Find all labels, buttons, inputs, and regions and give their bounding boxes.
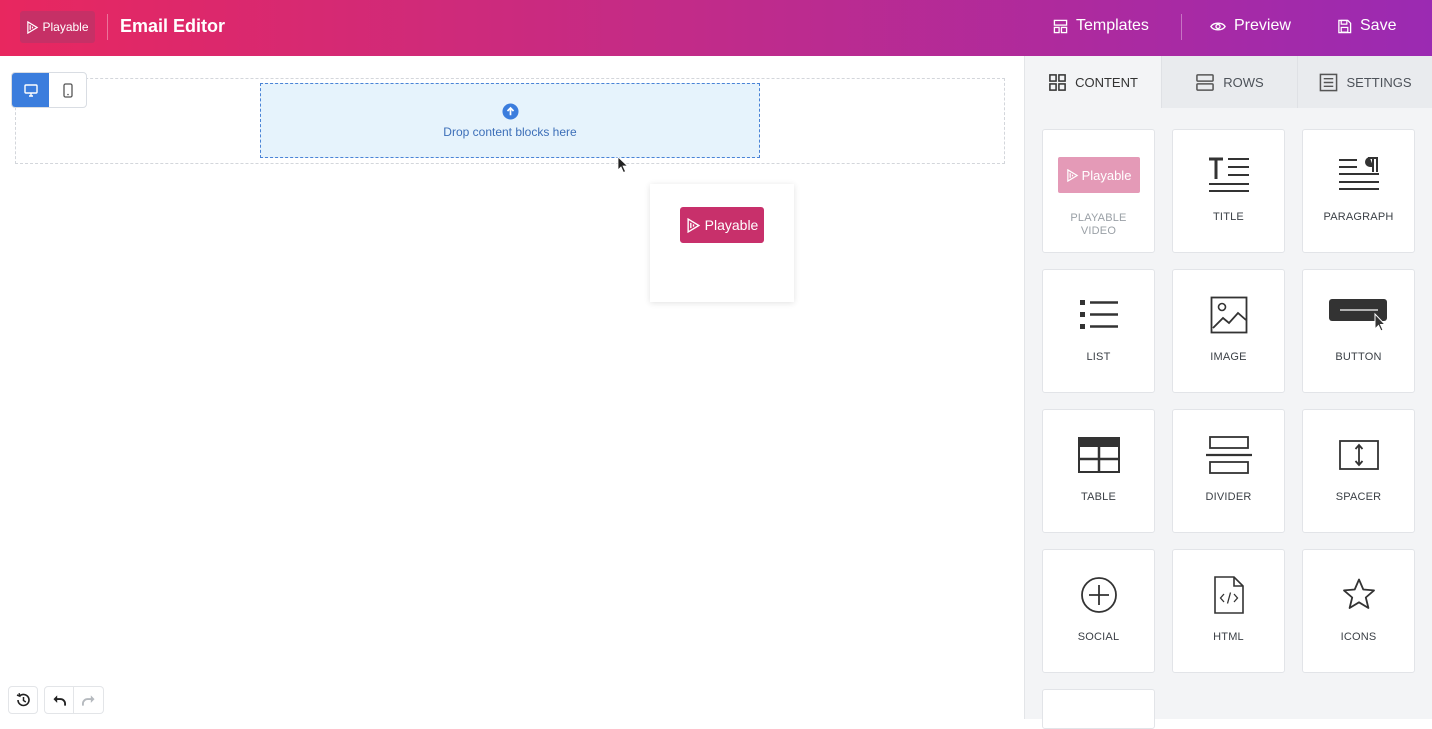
- save-button[interactable]: Save: [1337, 17, 1396, 35]
- play-logo-icon: [1066, 168, 1078, 182]
- block-label: HTML: [1213, 631, 1244, 643]
- mobile-view-button[interactable]: [49, 73, 86, 107]
- block-label: TABLE: [1080, 491, 1117, 503]
- play-logo-icon: [687, 217, 700, 233]
- block-label: SOCIAL: [1077, 631, 1120, 643]
- undo-icon: [52, 694, 66, 706]
- block-label: PARAGRAPH: [1323, 211, 1394, 223]
- device-toggle: [11, 72, 87, 108]
- preview-label: Preview: [1234, 17, 1291, 34]
- playable-logo[interactable]: Playable: [20, 11, 95, 43]
- block-partial[interactable]: [1042, 689, 1155, 729]
- tab-rows[interactable]: ROWS: [1161, 56, 1297, 108]
- block-label: TITLE: [1213, 211, 1244, 223]
- right-sidebar: CONTENT ROWS SETTINGS Playable PLAYABLE …: [1024, 56, 1432, 729]
- save-label: Save: [1360, 17, 1397, 34]
- header-action-divider: [1181, 14, 1182, 40]
- tab-label: ROWS: [1223, 74, 1264, 90]
- block-label: PLAYABLE VIDEO: [1070, 212, 1127, 237]
- block-divider[interactable]: DIVIDER: [1172, 409, 1285, 533]
- dropzone-text: Drop content blocks here: [443, 124, 577, 139]
- rows-icon: [1196, 73, 1215, 91]
- block-image[interactable]: IMAGE: [1172, 269, 1285, 393]
- image-icon: [1210, 294, 1248, 336]
- tab-content[interactable]: CONTENT: [1025, 56, 1161, 108]
- star-icon: [1341, 574, 1377, 616]
- mini-logo-text: Playable: [1081, 167, 1132, 183]
- templates-button[interactable]: Templates: [1053, 17, 1149, 35]
- preview-button[interactable]: Preview: [1210, 17, 1291, 35]
- tab-settings[interactable]: SETTINGS: [1297, 56, 1432, 108]
- eye-icon: [1210, 22, 1226, 30]
- header-divider: [107, 14, 108, 40]
- button-icon: [1328, 294, 1390, 336]
- upload-arrow-icon: [501, 102, 519, 120]
- sidebar-tabs: CONTENT ROWS SETTINGS: [1025, 56, 1432, 108]
- list-icon: [1079, 294, 1118, 336]
- save-icon: [1338, 19, 1352, 33]
- content-dropzone[interactable]: Drop content blocks here: [260, 83, 760, 158]
- block-social[interactable]: SOCIAL: [1042, 549, 1155, 673]
- html-icon: [1213, 574, 1245, 616]
- block-label: LIST: [1086, 351, 1111, 363]
- block-button[interactable]: BUTTON: [1302, 269, 1415, 393]
- drag-preview-text: Playable: [704, 217, 759, 233]
- spacer-icon: [1338, 434, 1379, 476]
- page-title: Email Editor: [120, 16, 226, 36]
- block-playable-video[interactable]: Playable PLAYABLE VIDEO: [1042, 129, 1155, 253]
- social-icon: [1080, 574, 1118, 616]
- mouse-cursor-icon: [617, 156, 629, 174]
- history-controls: [8, 686, 104, 714]
- tab-label: SETTINGS: [1346, 74, 1412, 90]
- logo-text: Playable: [42, 20, 89, 34]
- email-canvas: Drop content blocks here Playable: [0, 56, 1024, 719]
- block-table[interactable]: TABLE: [1042, 409, 1155, 533]
- divider-icon: [1205, 434, 1252, 476]
- top-bar: Playable Email Editor Templates Preview …: [0, 0, 1432, 56]
- redo-button[interactable]: [74, 686, 104, 714]
- block-label: ICONS: [1340, 631, 1377, 643]
- block-title[interactable]: TITLE: [1172, 129, 1285, 253]
- title-icon: [1207, 154, 1251, 196]
- undo-button[interactable]: [44, 686, 74, 714]
- playable-video-icon: Playable: [1057, 154, 1140, 196]
- mobile-icon: [62, 82, 73, 98]
- tab-label: CONTENT: [1075, 74, 1138, 90]
- block-label: IMAGE: [1210, 351, 1247, 363]
- redo-icon: [82, 694, 95, 706]
- grid-icon: [1049, 73, 1066, 91]
- play-logo-icon: [27, 20, 39, 34]
- paragraph-icon: [1337, 154, 1381, 196]
- drag-preview-logo: Playable: [680, 207, 764, 243]
- history-button[interactable]: [8, 686, 38, 714]
- desktop-icon: [23, 83, 38, 97]
- block-label: BUTTON: [1335, 351, 1382, 363]
- block-icons[interactable]: ICONS: [1302, 549, 1415, 673]
- block-label: DIVIDER: [1205, 491, 1252, 503]
- block-paragraph[interactable]: PARAGRAPH: [1302, 129, 1415, 253]
- table-icon: [1077, 434, 1120, 476]
- block-spacer[interactable]: SPACER: [1302, 409, 1415, 533]
- desktop-view-button[interactable]: [12, 73, 49, 107]
- settings-icon: [1320, 73, 1338, 91]
- block-html[interactable]: HTML: [1172, 549, 1285, 673]
- block-label: SPACER: [1335, 491, 1382, 503]
- block-list[interactable]: LIST: [1042, 269, 1155, 393]
- templates-label: Templates: [1076, 17, 1149, 34]
- drag-preview-card[interactable]: Playable: [650, 184, 794, 302]
- history-icon: [16, 693, 30, 707]
- templates-icon: [1053, 19, 1068, 33]
